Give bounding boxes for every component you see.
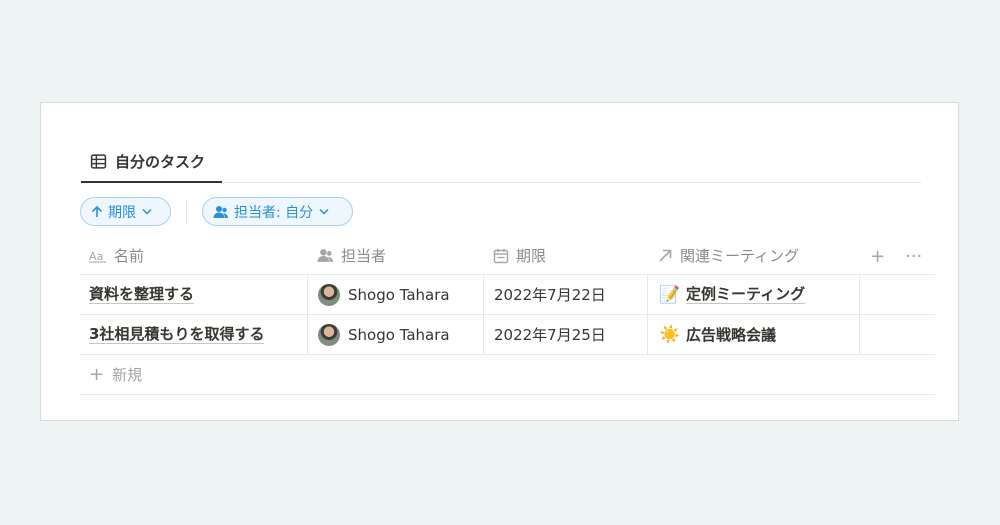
empty-cell	[859, 275, 935, 314]
tab-my-tasks[interactable]: 自分のタスク	[81, 141, 222, 183]
table-header: Aa 名前 担当者 期限 関連ミーティング + ···	[80, 237, 935, 275]
assignee-cell[interactable]: Shogo Tahara	[307, 315, 483, 354]
task-title[interactable]: 3社相見積もりを取得する	[89, 325, 265, 344]
svg-text:Aa: Aa	[89, 250, 103, 263]
add-column-icon[interactable]: +	[870, 246, 885, 267]
column-label: 関連ミーティング	[680, 247, 800, 265]
table-row[interactable]: 3社相見積もりを取得する Shogo Tahara 2022年7月25日 ☀️ …	[80, 315, 935, 355]
sun-icon: ☀️	[659, 324, 681, 345]
plus-icon: +	[89, 364, 105, 385]
meeting-cell[interactable]: ☀️ 広告戦略会議	[647, 315, 859, 354]
due-cell[interactable]: 2022年7月22日	[483, 275, 647, 314]
arrow-up-icon	[91, 205, 103, 218]
due-cell[interactable]: 2022年7月25日	[483, 315, 647, 354]
column-label: 名前	[114, 247, 145, 265]
due-date: 2022年7月22日	[494, 286, 606, 304]
calendar-icon	[493, 248, 509, 263]
new-row-label: 新規	[112, 366, 143, 384]
meeting-link[interactable]: 広告戦略会議	[686, 326, 776, 344]
sort-pill[interactable]: 期限	[80, 197, 171, 226]
meeting-link[interactable]: 定例ミーティング	[686, 285, 806, 304]
avatar	[318, 283, 340, 306]
assignee-filter-pill[interactable]: 担当者: 自分	[202, 197, 353, 226]
assignee-name: Shogo Tahara	[348, 325, 450, 344]
view-tabbar: 自分のタスク	[81, 141, 921, 183]
database-card: 自分のタスク 期限 担当者: 自分 Aa 名前 担当者 期限 関連ミーティング …	[40, 102, 959, 421]
column-label: 期限	[516, 247, 547, 265]
column-header-due[interactable]: 期限	[483, 237, 647, 274]
chevron-down-icon	[142, 208, 152, 215]
column-header-name[interactable]: Aa 名前	[80, 237, 307, 274]
assignee-name: Shogo Tahara	[348, 285, 450, 304]
name-cell[interactable]: 3社相見積もりを取得する	[80, 315, 307, 354]
assignee-cell[interactable]: Shogo Tahara	[307, 275, 483, 314]
person-icon	[213, 205, 229, 219]
new-row-cell[interactable]: + 新規	[80, 355, 307, 394]
header-actions: + ···	[870, 237, 922, 275]
tasks-table: Aa 名前 担当者 期限 関連ミーティング + ··· 資料を整理する Shog…	[80, 237, 935, 395]
due-date: 2022年7月25日	[494, 326, 606, 344]
table-row[interactable]: 資料を整理する Shogo Tahara 2022年7月22日 📝 定例ミーティ…	[80, 275, 935, 315]
table-icon	[90, 153, 107, 169]
person-property-icon	[317, 249, 333, 262]
sort-label: 期限	[108, 204, 136, 221]
text-property-icon: Aa	[89, 250, 106, 263]
column-label: 担当者	[341, 247, 387, 265]
meeting-cell[interactable]: 📝 定例ミーティング	[647, 275, 859, 314]
tab-label: 自分のタスク	[115, 152, 206, 171]
column-header-meeting[interactable]: 関連ミーティング	[647, 237, 859, 274]
avatar	[318, 323, 340, 346]
assignee-filter-label: 担当者: 自分	[234, 204, 314, 221]
chevron-down-icon	[319, 208, 329, 215]
relation-arrow-icon	[659, 249, 672, 262]
new-row-button[interactable]: + 新規	[80, 355, 935, 395]
memo-icon: 📝	[659, 284, 681, 305]
empty-cell	[859, 315, 935, 354]
column-header-assignee[interactable]: 担当者	[307, 237, 483, 274]
task-title[interactable]: 資料を整理する	[89, 285, 195, 304]
name-cell[interactable]: 資料を整理する	[80, 275, 307, 314]
more-options-icon[interactable]: ···	[905, 246, 922, 267]
filter-divider	[186, 200, 187, 223]
